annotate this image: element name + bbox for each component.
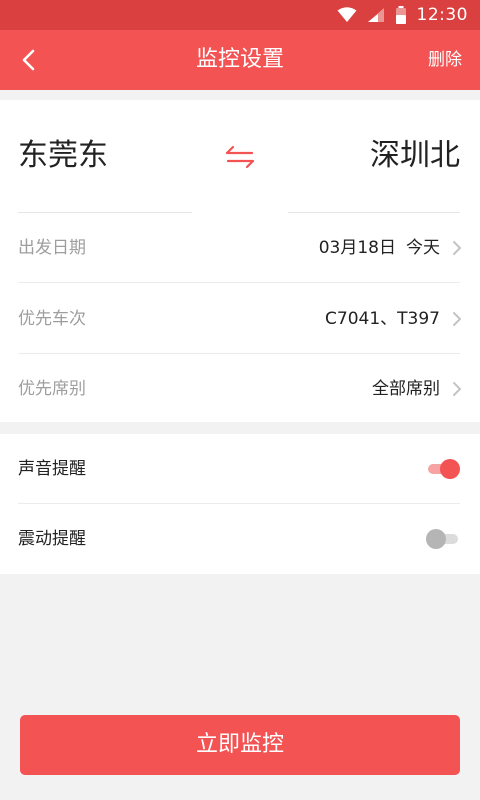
swap-arrows-icon[interactable] — [225, 144, 255, 170]
vibration-reminder-label: 震动提醒 — [18, 529, 86, 549]
preferred-trains-row[interactable]: 优先车次 C7041、T397 — [0, 284, 480, 354]
route-settings-card: 东莞东 深圳北 出发日期 03月18日 今天 优先车次 C7041、T397 优先… — [0, 100, 480, 422]
status-bar: 12:30 — [0, 0, 480, 30]
status-time: 12:30 — [416, 5, 468, 25]
chevron-right-icon — [453, 241, 461, 255]
departure-date-row[interactable]: 出发日期 03月18日 今天 — [0, 213, 480, 283]
to-station[interactable]: 深圳北 — [370, 136, 460, 176]
preferred-trains-label: 优先车次 — [18, 309, 86, 329]
departure-date-text: 03月18日 — [318, 238, 396, 258]
departure-date-value: 03月18日 今天 — [319, 213, 440, 283]
monitor-now-button[interactable]: 立即监控 — [20, 715, 460, 775]
sound-reminder-toggle[interactable] — [426, 459, 460, 479]
vibration-reminder-toggle[interactable] — [426, 529, 460, 549]
signal-icon — [367, 8, 384, 22]
battery-icon — [395, 6, 406, 24]
reminder-card: 声音提醒 震动提醒 — [0, 434, 480, 574]
wifi-icon — [337, 7, 356, 22]
preferred-trains-value: C7041、T397 — [325, 309, 440, 329]
chevron-right-icon — [453, 382, 461, 396]
sound-reminder-label: 声音提醒 — [18, 459, 86, 479]
preferred-seat-label: 优先席别 — [18, 379, 86, 399]
from-station[interactable]: 东莞东 — [18, 136, 108, 176]
sound-reminder-row: 声音提醒 — [0, 434, 480, 504]
status-icons: 12:30 — [337, 0, 469, 30]
page-title: 监控设置 — [195, 47, 284, 72]
chevron-right-icon — [453, 312, 461, 326]
departure-date-label: 出发日期 — [18, 238, 86, 258]
delete-button[interactable]: 删除 — [428, 30, 462, 90]
preferred-seat-value: 全部席别 — [372, 379, 440, 399]
app-bar: 监控设置 删除 — [0, 30, 480, 90]
vibration-reminder-row: 震动提醒 — [0, 504, 480, 574]
preferred-seat-row[interactable]: 优先席别 全部席别 — [0, 354, 480, 424]
row-divider — [18, 282, 460, 283]
today-label: 今天 — [406, 238, 440, 258]
toggle-thumb — [426, 529, 446, 549]
toggle-thumb — [440, 459, 460, 479]
